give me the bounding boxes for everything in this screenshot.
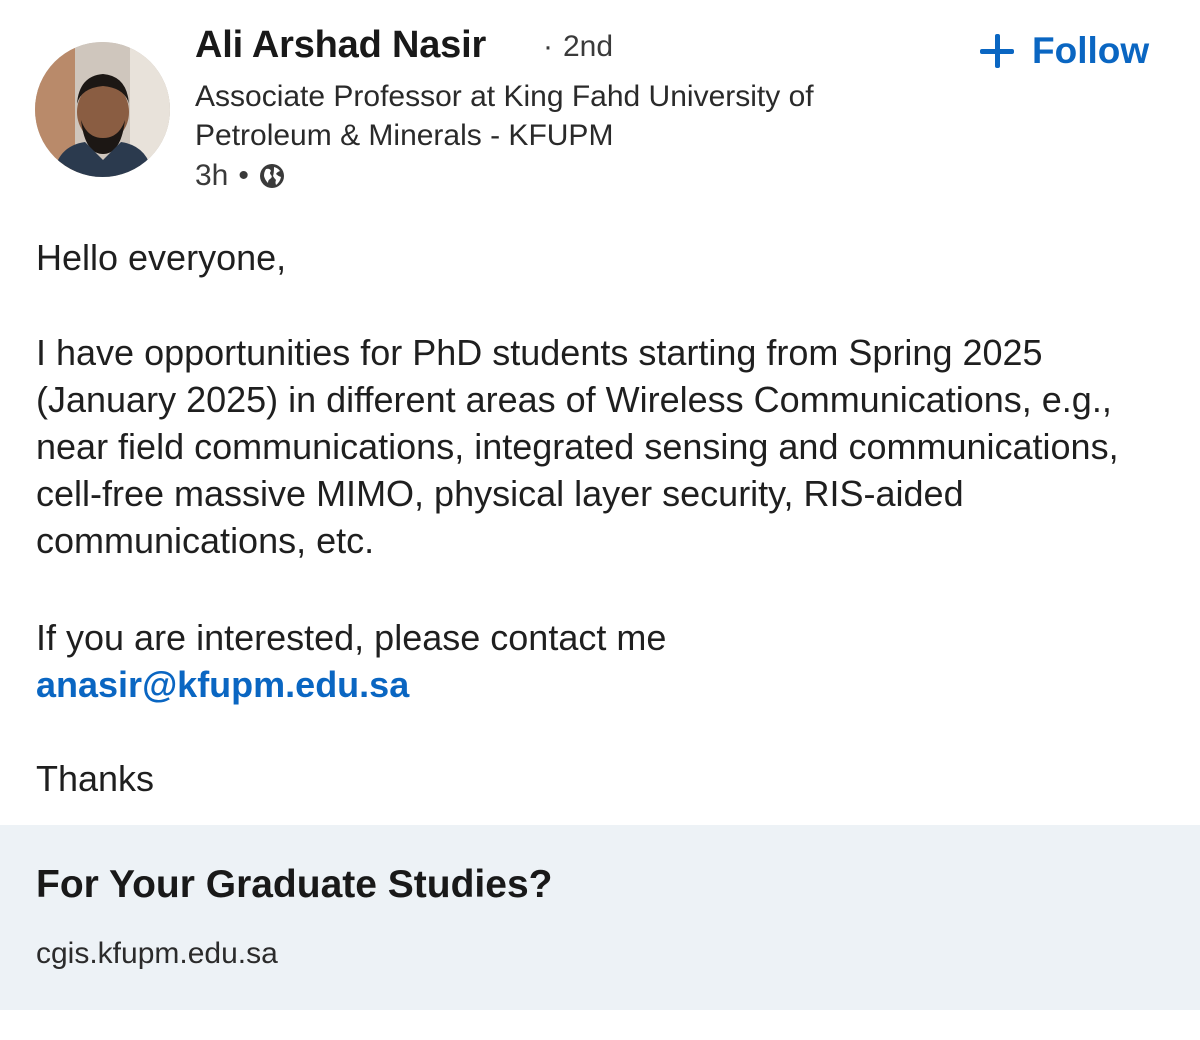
author-headline: Associate Professor at King Fahd Univers… (195, 80, 814, 152)
post-paragraph: I have opportunities for PhD students st… (36, 332, 1119, 561)
post-greeting: Hello everyone, (36, 237, 287, 278)
meta-separator: • (238, 159, 249, 192)
post-header: Ali Arshad Nasir · 2nd Associate Professo… (0, 0, 1200, 210)
link-preview-title: For Your Graduate Studies? (36, 863, 553, 906)
globe-icon (259, 163, 285, 189)
degree-label: 2nd (563, 30, 614, 63)
author-name[interactable]: Ali Arshad Nasir (195, 24, 486, 67)
degree-separator: · (543, 30, 553, 63)
plus-icon (980, 34, 1014, 68)
author-avatar[interactable] (35, 42, 170, 177)
avatar-photo (35, 42, 170, 177)
post-meta: 3h • (195, 158, 285, 194)
post-closing: Thanks (36, 758, 155, 799)
post-contact: If you are interested, please contact me… (36, 614, 1176, 708)
connection-degree: · 2nd (543, 30, 613, 64)
link-preview-card[interactable]: For Your Graduate Studies? cgis.kfupm.ed… (0, 825, 1200, 1010)
feed-post: Ali Arshad Nasir · 2nd Associate Professo… (0, 0, 1200, 1040)
email-link[interactable]: anasir@kfupm.edu.sa (36, 664, 409, 705)
follow-button[interactable]: Follow (980, 28, 1149, 74)
post-timestamp: 3h (195, 159, 229, 192)
contact-text: If you are interested, please contact me (36, 617, 667, 658)
follow-label: Follow (1032, 30, 1150, 71)
link-preview-domain: cgis.kfupm.edu.sa (36, 937, 278, 970)
